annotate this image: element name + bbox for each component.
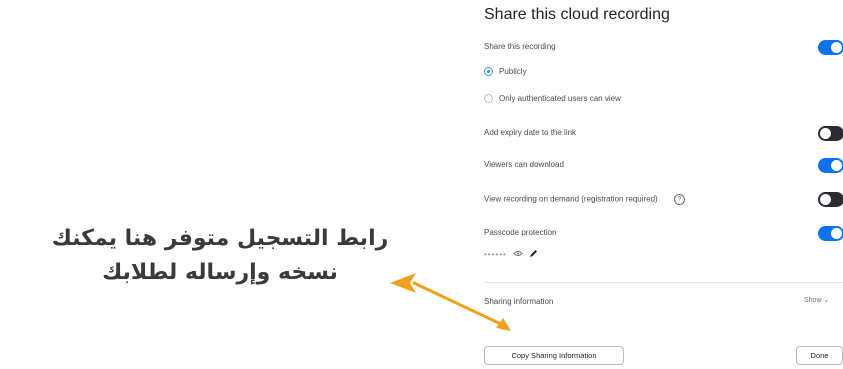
annotation-arrow-icon (390, 273, 511, 331)
